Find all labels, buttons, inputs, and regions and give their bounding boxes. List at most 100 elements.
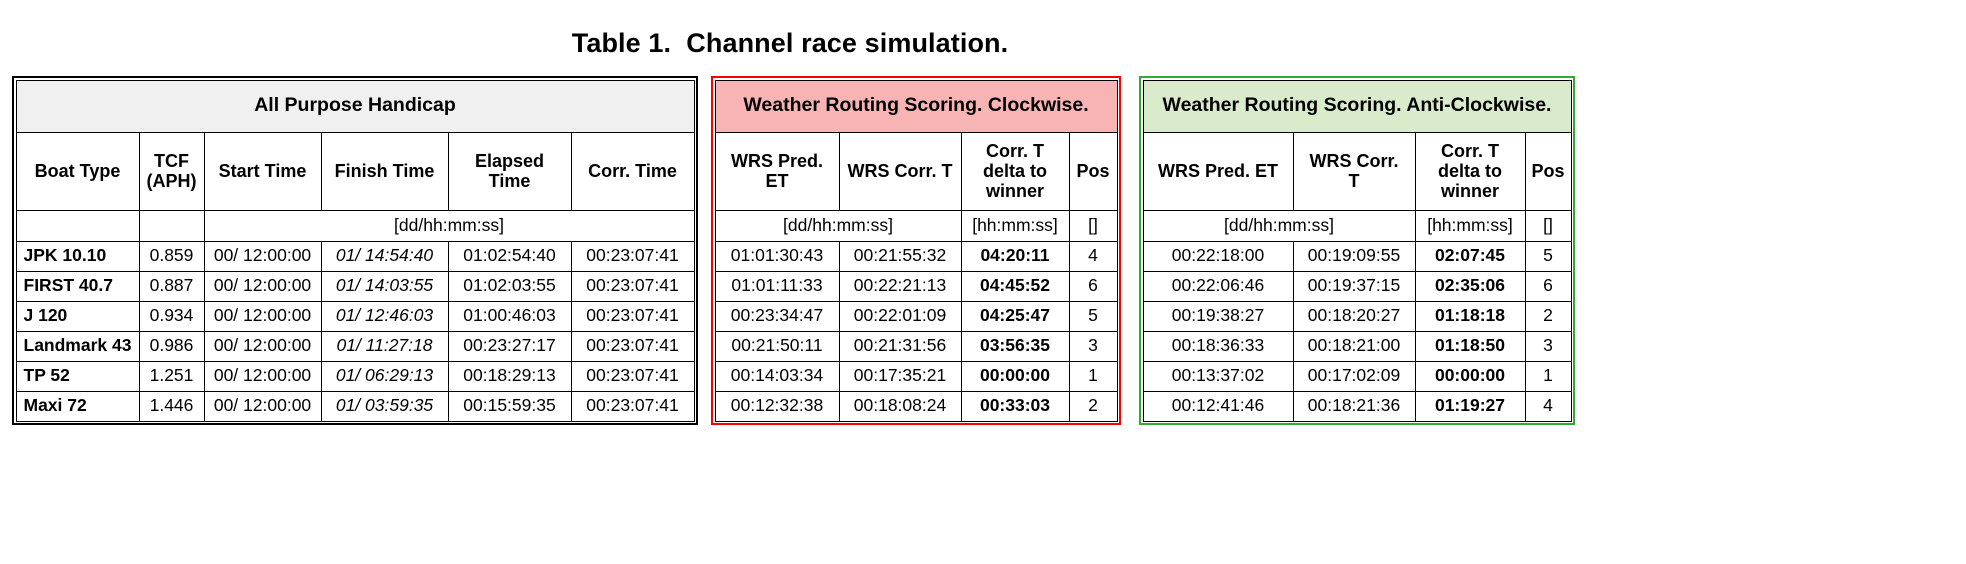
cell-pos: 5: [1068, 300, 1118, 332]
cell-start-time: 00/ 12:00:00: [203, 270, 322, 302]
table-row: 01:01:11:33 00:22:21:13 04:45:52 6: [714, 270, 1118, 302]
table-wrs-anti-clockwise: Weather Routing Scoring. Anti-Clockwise.…: [1142, 79, 1572, 422]
column-header-row: Boat Type TCF (APH) Start Time Finish Ti…: [15, 131, 695, 211]
units-time-columns: [dd/hh:mm:ss]: [203, 209, 695, 242]
units-pos: []: [1068, 209, 1118, 242]
table-wrs-anti-clockwise-wrap: Weather Routing Scoring. Anti-Clockwise.…: [1139, 76, 1575, 425]
cell-wrs-corr-t: 00:22:21:13: [838, 270, 962, 302]
cell-delta: 03:56:35: [960, 330, 1070, 362]
table-row: 00:22:06:46 00:19:37:15 02:35:06 6: [1142, 270, 1572, 302]
table-wrs-clockwise-wrap: Weather Routing Scoring. Clockwise. WRS …: [711, 76, 1121, 425]
cell-wrs-pred-et: 00:18:36:33: [1142, 330, 1294, 362]
cell-delta: 04:25:47: [960, 300, 1070, 332]
units-wrs-times: [dd/hh:mm:ss]: [714, 209, 962, 242]
cell-boat-type: J 120: [15, 300, 140, 332]
cell-pos: 2: [1068, 390, 1118, 422]
col-header-boat-type: Boat Type: [15, 131, 140, 211]
cell-pos: 1: [1068, 360, 1118, 392]
cell-pos: 4: [1068, 240, 1118, 272]
column-header-row: WRS Pred. ET WRS Corr. T Corr. T delta t…: [714, 131, 1118, 211]
cell-elapsed-time: 00:18:29:13: [447, 360, 572, 392]
col-header-wrs-pred-et: WRS Pred. ET: [1142, 131, 1294, 211]
cell-corr-time: 00:23:07:41: [570, 240, 695, 272]
cell-wrs-corr-t: 00:18:20:27: [1292, 300, 1416, 332]
table-frame-green: Weather Routing Scoring. Anti-Clockwise.…: [1139, 76, 1575, 425]
cell-wrs-corr-t: 00:22:01:09: [838, 300, 962, 332]
cell-start-time: 00/ 12:00:00: [203, 300, 322, 332]
table-row: 00:23:34:47 00:22:01:09 04:25:47 5: [714, 300, 1118, 332]
cell-pos: 3: [1068, 330, 1118, 362]
cell-tcf: 0.934: [138, 300, 205, 332]
col-header-start-time: Start Time: [203, 131, 322, 211]
cell-pos: 3: [1524, 330, 1572, 362]
table-all-purpose-handicap-wrap: All Purpose Handicap Boat Type TCF (APH)…: [12, 76, 698, 425]
cell-wrs-corr-t: 00:18:21:00: [1292, 330, 1416, 362]
cell-tcf: 1.446: [138, 390, 205, 422]
cell-wrs-pred-et: 00:19:38:27: [1142, 300, 1294, 332]
col-header-tcf-aph: TCF (APH): [138, 131, 205, 211]
cell-wrs-corr-t: 00:19:37:15: [1292, 270, 1416, 302]
cell-delta: 00:00:00: [960, 360, 1070, 392]
cell-wrs-corr-t: 00:18:21:36: [1292, 390, 1416, 422]
banner-row: Weather Routing Scoring. Clockwise.: [714, 79, 1118, 133]
table-wrs-clockwise: Weather Routing Scoring. Clockwise. WRS …: [714, 79, 1118, 422]
cell-wrs-corr-t: 00:19:09:55: [1292, 240, 1416, 272]
cell-wrs-pred-et: 01:01:30:43: [714, 240, 840, 272]
cell-delta: 01:19:27: [1414, 390, 1526, 422]
cell-elapsed-time: 01:02:54:40: [447, 240, 572, 272]
table-all-purpose-handicap: All Purpose Handicap Boat Type TCF (APH)…: [15, 79, 695, 422]
cell-corr-time: 00:23:07:41: [570, 270, 695, 302]
cell-delta: 00:00:00: [1414, 360, 1526, 392]
units-pos: []: [1524, 209, 1572, 242]
cell-wrs-corr-t: 00:21:31:56: [838, 330, 962, 362]
cell-wrs-pred-et: 00:13:37:02: [1142, 360, 1294, 392]
table-row: 00:19:38:27 00:18:20:27 01:18:18 2: [1142, 300, 1572, 332]
table-frame-red: Weather Routing Scoring. Clockwise. WRS …: [711, 76, 1121, 425]
tables-row: All Purpose Handicap Boat Type TCF (APH)…: [12, 76, 1575, 425]
table-row: 00:21:50:11 00:21:31:56 03:56:35 3: [714, 330, 1118, 362]
table-banner-wrs-anti-clockwise: Weather Routing Scoring. Anti-Clockwise.: [1142, 79, 1572, 133]
cell-wrs-corr-t: 00:21:55:32: [838, 240, 962, 272]
cell-tcf: 0.887: [138, 270, 205, 302]
table-row: 01:01:30:43 00:21:55:32 04:20:11 4: [714, 240, 1118, 272]
table-banner-all-purpose-handicap: All Purpose Handicap: [15, 79, 695, 133]
table-row: J 120 0.934 00/ 12:00:00 01/ 12:46:03 01…: [15, 300, 695, 332]
cell-wrs-pred-et: 00:22:06:46: [1142, 270, 1294, 302]
cell-delta: 02:07:45: [1414, 240, 1526, 272]
units-delta: [hh:mm:ss]: [1414, 209, 1526, 242]
cell-pos: 2: [1524, 300, 1572, 332]
cell-delta: 04:20:11: [960, 240, 1070, 272]
units-row: [dd/hh:mm:ss] [hh:mm:ss] []: [1142, 209, 1572, 242]
col-header-wrs-corr-t: WRS Corr. T: [1292, 131, 1416, 211]
cell-wrs-pred-et: 00:12:32:38: [714, 390, 840, 422]
cell-boat-type: JPK 10.10: [15, 240, 140, 272]
col-header-corr-t-delta-to-winner: Corr. T delta to winner: [960, 131, 1070, 211]
units-wrs-times: [dd/hh:mm:ss]: [1142, 209, 1416, 242]
cell-pos: 6: [1068, 270, 1118, 302]
cell-tcf: 1.251: [138, 360, 205, 392]
table-figure-page: Table 1. Channel race simulation. All Pu…: [0, 0, 1966, 564]
cell-wrs-pred-et: 00:21:50:11: [714, 330, 840, 362]
col-header-corr-t-delta-to-winner: Corr. T delta to winner: [1414, 131, 1526, 211]
cell-wrs-pred-et: 00:12:41:46: [1142, 390, 1294, 422]
table-row: 00:12:41:46 00:18:21:36 01:19:27 4: [1142, 390, 1572, 422]
cell-start-time: 00/ 12:00:00: [203, 330, 322, 362]
cell-start-time: 00/ 12:00:00: [203, 390, 322, 422]
cell-elapsed-time: 01:02:03:55: [447, 270, 572, 302]
units-tcf-aph: [138, 209, 205, 242]
table-row: Landmark 43 0.986 00/ 12:00:00 01/ 11:27…: [15, 330, 695, 362]
cell-boat-type: TP 52: [15, 360, 140, 392]
cell-elapsed-time: 00:23:27:17: [447, 330, 572, 362]
table-row: JPK 10.10 0.859 00/ 12:00:00 01/ 14:54:4…: [15, 240, 695, 272]
units-boat-type: [15, 209, 140, 242]
cell-tcf: 0.986: [138, 330, 205, 362]
cell-wrs-pred-et: 01:01:11:33: [714, 270, 840, 302]
cell-pos: 4: [1524, 390, 1572, 422]
units-delta: [hh:mm:ss]: [960, 209, 1070, 242]
cell-delta: 01:18:50: [1414, 330, 1526, 362]
table-row: 00:18:36:33 00:18:21:00 01:18:50 3: [1142, 330, 1572, 362]
cell-wrs-corr-t: 00:17:35:21: [838, 360, 962, 392]
cell-wrs-pred-et: 00:14:03:34: [714, 360, 840, 392]
cell-corr-time: 00:23:07:41: [570, 300, 695, 332]
cell-finish-time: 01/ 06:29:13: [320, 360, 449, 392]
